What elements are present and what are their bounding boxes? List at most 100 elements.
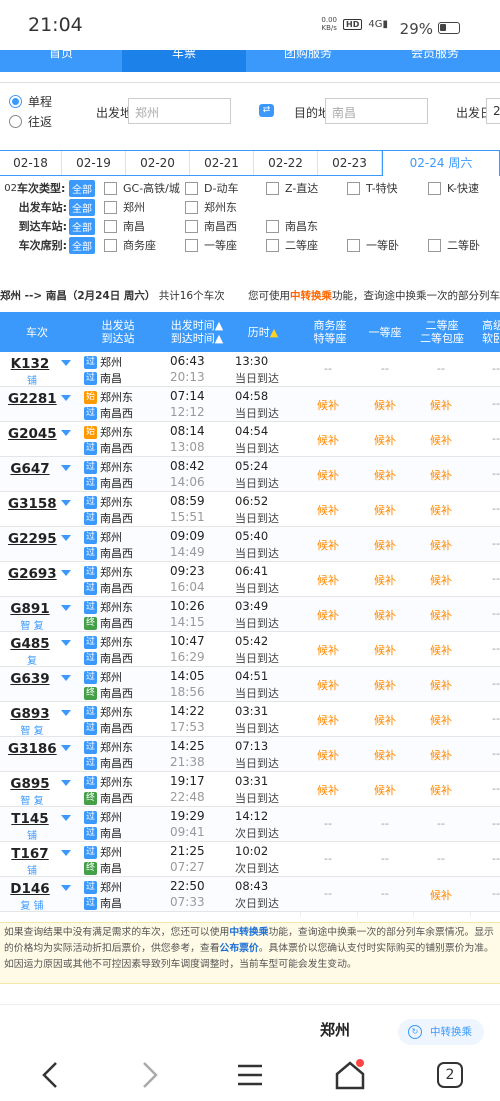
train-number[interactable]: T145 (8, 811, 52, 827)
expand-arrow-icon[interactable] (61, 710, 71, 716)
train-row[interactable]: G891 智 复过郑州东终南昌西 10:26 14:15 03:49 当日到达 候补 候补 候补… (0, 597, 500, 632)
seat-cell[interactable]: 候补 (419, 502, 463, 518)
forward-icon[interactable] (130, 1055, 170, 1095)
transfer-link[interactable]: 中转换乘 (229, 927, 268, 938)
cb-k[interactable]: K-快速 (428, 180, 479, 196)
expand-arrow-icon[interactable] (61, 815, 71, 821)
cb-to-ncd[interactable]: 南昌东 (266, 218, 318, 234)
seat-cell[interactable]: 候补 (363, 607, 407, 623)
train-number[interactable]: G485 (8, 636, 52, 652)
seat-cell[interactable]: 候补 (306, 677, 350, 693)
date-tab[interactable]: 02-23 (318, 151, 382, 175)
cb-seat-first[interactable]: 一等座 (185, 237, 237, 253)
expand-arrow-icon[interactable] (61, 430, 71, 436)
transfer-link[interactable]: 中转换乘 (290, 290, 332, 302)
seat-cell[interactable]: 候补 (306, 607, 350, 623)
seat-cell[interactable]: 候补 (419, 607, 463, 623)
all-button[interactable]: 全部 (69, 236, 95, 254)
expand-arrow-icon[interactable] (61, 780, 71, 786)
date-tab-selected[interactable]: 02-24 周六 (382, 150, 500, 176)
all-button[interactable]: 全部 (69, 198, 95, 216)
seat-cell[interactable]: 候补 (419, 642, 463, 658)
train-row[interactable]: G2281 始郑州东过南昌西 07:14 12:12 04:58 当日到达 候补 候补 候补 -- (0, 387, 500, 422)
train-row[interactable]: G2295 过郑州过南昌西 09:09 14:49 05:40 当日到达 候补 候补 候补 -- (0, 527, 500, 562)
seat-cell[interactable]: 候补 (363, 747, 407, 763)
train-row[interactable]: K132 铺 过郑州过南昌 06:43 20:13 13:30 当日到达 -- -- -- -- (0, 352, 500, 387)
cb-d[interactable]: D-动车 (185, 180, 238, 196)
train-number[interactable]: G2045 (8, 426, 57, 442)
seat-cell[interactable]: 候补 (363, 537, 407, 553)
th-time-sort[interactable]: 出发时间▲ 到达时间▲ (166, 319, 228, 345)
radio-roundtrip[interactable]: 往返 (9, 113, 52, 130)
cb-gc[interactable]: GC-高铁/城 (104, 180, 180, 196)
seat-cell[interactable]: 候补 (306, 747, 350, 763)
train-number[interactable]: D146 (8, 881, 52, 897)
swap-icon[interactable]: ⇄ (259, 104, 274, 117)
seat-cell[interactable]: 候补 (363, 642, 407, 658)
train-row[interactable]: G2045 始郑州东过南昌西 08:14 13:08 04:54 当日到达 候补 候补 候补 -- (0, 422, 500, 457)
seat-cell[interactable]: 候补 (363, 502, 407, 518)
expand-arrow-icon[interactable] (61, 360, 71, 366)
date-input[interactable]: 2 (486, 98, 500, 124)
all-button[interactable]: 全部 (69, 179, 95, 197)
seat-cell[interactable]: 候补 (419, 747, 463, 763)
seat-cell[interactable]: 候补 (419, 432, 463, 448)
seat-cell[interactable]: 候补 (419, 537, 463, 553)
seat-cell[interactable]: 候补 (306, 502, 350, 518)
seat-cell[interactable]: 候补 (306, 782, 350, 798)
radio-oneway[interactable]: 单程 (9, 93, 52, 110)
seat-cell[interactable]: 候补 (419, 712, 463, 728)
date-tab[interactable]: 02-21 (190, 151, 254, 175)
seat-cell[interactable]: 候补 (419, 887, 463, 903)
seat-cell[interactable]: 候补 (306, 572, 350, 588)
train-row[interactable]: T145 铺 过郑州过南昌 19:29 09:41 14:12 次日到达 -- -- -- -- (0, 807, 500, 842)
seat-cell[interactable]: 候补 (306, 642, 350, 658)
cb-seat-sleeper2[interactable]: 二等卧 (428, 237, 480, 253)
expand-arrow-icon[interactable] (61, 500, 71, 506)
train-number[interactable]: G639 (8, 671, 52, 687)
train-number[interactable]: G3158 (8, 496, 57, 512)
from-input[interactable]: 郑州 (128, 98, 231, 124)
price-link[interactable]: 公布票价 (220, 943, 259, 954)
expand-arrow-icon[interactable] (61, 850, 71, 856)
train-row[interactable]: T167 铺 过郑州终南昌 21:25 07:27 10:02 次日到达 -- -- -- -- (0, 842, 500, 877)
seat-cell[interactable]: 候补 (419, 782, 463, 798)
expand-arrow-icon[interactable] (61, 640, 71, 646)
expand-arrow-icon[interactable] (61, 605, 71, 611)
seat-cell[interactable]: 候补 (363, 782, 407, 798)
train-number[interactable]: G895 (8, 776, 52, 792)
train-row[interactable]: G3186 过郑州东过南昌西 14:25 21:38 07:13 当日到达 候补 候补 候补 -- (0, 737, 500, 772)
nav-tickets[interactable]: 车票 (122, 50, 246, 72)
seat-cell[interactable]: 候补 (419, 397, 463, 413)
expand-arrow-icon[interactable] (61, 570, 71, 576)
expand-arrow-icon[interactable] (61, 745, 71, 751)
home-icon[interactable] (330, 1055, 370, 1095)
seat-cell[interactable]: 候补 (419, 572, 463, 588)
train-number[interactable]: G2693 (8, 566, 57, 582)
train-row[interactable]: G2693 过郑州东过南昌西 09:23 16:04 06:41 当日到达 候补 候补 候补 -- (0, 562, 500, 597)
train-row[interactable]: G3158 过郑州东过南昌西 08:59 15:51 06:52 当日到达 候补 候补 候补 -- (0, 492, 500, 527)
expand-arrow-icon[interactable] (61, 465, 71, 471)
seat-cell[interactable]: 候补 (363, 677, 407, 693)
date-tab[interactable]: 02-22 (254, 151, 318, 175)
train-number[interactable]: G2295 (8, 531, 57, 547)
expand-arrow-icon[interactable] (61, 535, 71, 541)
seat-cell[interactable]: 候补 (306, 537, 350, 553)
seat-cell[interactable]: 候补 (306, 467, 350, 483)
train-number[interactable]: T167 (8, 846, 52, 862)
cb-t[interactable]: T-特快 (347, 180, 398, 196)
cb-z[interactable]: Z-直达 (266, 180, 318, 196)
seat-cell[interactable]: 候补 (306, 432, 350, 448)
date-tab[interactable]: 02-18 (0, 151, 62, 175)
all-button[interactable]: 全部 (69, 217, 95, 235)
tabs-button[interactable]: 2 (430, 1055, 470, 1095)
train-number[interactable]: K132 (8, 356, 52, 372)
date-tab[interactable]: 02-19 (62, 151, 126, 175)
back-icon[interactable] (30, 1055, 70, 1095)
train-row[interactable]: D146 复 铺 过郑州过南昌 22:50 07:33 08:43 次日到达 -- -- 候补 -- (0, 877, 500, 912)
expand-arrow-icon[interactable] (61, 885, 71, 891)
seat-cell[interactable]: 候补 (419, 677, 463, 693)
date-tab[interactable]: 02-20 (126, 151, 190, 175)
cb-seat-second[interactable]: 二等座 (266, 237, 318, 253)
menu-icon[interactable] (230, 1055, 270, 1095)
